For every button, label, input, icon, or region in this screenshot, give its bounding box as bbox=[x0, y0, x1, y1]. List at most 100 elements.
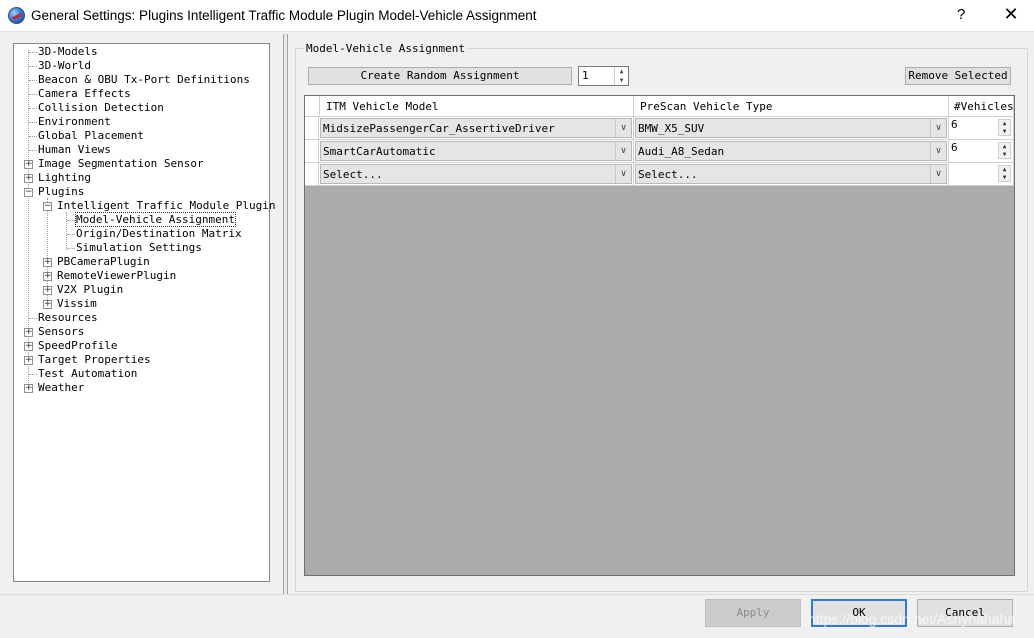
tree-item-remoteviewer-plugin[interactable]: RemoteViewerPlugin bbox=[57, 269, 176, 283]
tree-item-beacon-obu[interactable]: Beacon & OBU Tx-Port Definitions bbox=[38, 73, 250, 87]
prescan-type-dropdown[interactable]: Audi_A8_Sedan ∨ bbox=[635, 141, 947, 161]
spin-up-icon[interactable]: ▲ bbox=[615, 67, 628, 76]
column-header-itm-model[interactable]: ITM Vehicle Model bbox=[320, 96, 634, 117]
table-cell[interactable]: Audi_A8_Sedan ∨ bbox=[634, 140, 949, 163]
vehicles-count: 6 bbox=[951, 141, 958, 154]
spin-up-icon[interactable]: ▲ bbox=[999, 120, 1010, 128]
spin-down-icon[interactable]: ▼ bbox=[999, 128, 1010, 136]
tree-item-collision-detection[interactable]: Collision Detection bbox=[38, 101, 164, 115]
chevron-down-icon[interactable]: ∨ bbox=[930, 165, 946, 183]
tree-item-plugins[interactable]: Plugins bbox=[38, 185, 84, 199]
footer-divider bbox=[0, 594, 1034, 595]
spin-down-icon[interactable]: ▼ bbox=[999, 174, 1010, 182]
tree-item-3d-world[interactable]: 3D-World bbox=[38, 59, 91, 73]
tree-item-model-vehicle-assignment[interactable]: Model-Vehicle Assignment bbox=[75, 212, 236, 227]
vehicles-spinbox[interactable]: ▲ ▼ bbox=[949, 163, 1014, 186]
collapse-icon[interactable]: − bbox=[24, 188, 33, 197]
create-random-assignment-button[interactable]: Create Random Assignment bbox=[308, 67, 572, 85]
remove-selected-button[interactable]: Remove Selected bbox=[905, 67, 1011, 85]
table-cell[interactable]: Select... ∨ bbox=[634, 163, 949, 186]
tree-item-pbcamera-plugin[interactable]: PBCameraPlugin bbox=[57, 255, 150, 269]
prescan-type-dropdown[interactable]: Select... ∨ bbox=[635, 164, 947, 184]
tree-item-v2x-plugin[interactable]: V2X Plugin bbox=[57, 283, 123, 297]
random-count-spinbox[interactable]: 1 ▲ ▼ bbox=[578, 66, 629, 86]
window-title: General Settings: Plugins Intelligent Tr… bbox=[31, 8, 537, 23]
chevron-down-icon[interactable]: ∨ bbox=[930, 119, 946, 137]
tree-item-lighting[interactable]: Lighting bbox=[38, 171, 91, 185]
spin-up-icon[interactable]: ▲ bbox=[999, 166, 1010, 174]
tree-item-camera-effects[interactable]: Camera Effects bbox=[38, 87, 131, 101]
tree-item-sensors[interactable]: Sensors bbox=[38, 325, 84, 339]
expand-icon[interactable]: + bbox=[24, 328, 33, 337]
table-cell[interactable]: BMW_X5_SUV ∨ bbox=[634, 117, 949, 140]
column-header-vehicles[interactable]: #Vehicles bbox=[949, 96, 1014, 117]
prescan-type-value: BMW_X5_SUV bbox=[638, 122, 705, 135]
itm-model-dropdown[interactable]: SmartCarAutomatic ∨ bbox=[320, 141, 632, 161]
spin-arrows[interactable]: ▲ ▼ bbox=[998, 142, 1011, 159]
itm-model-value: Select... bbox=[323, 168, 383, 181]
tree-guide-line bbox=[28, 50, 29, 391]
table-cell[interactable]: Select... ∨ bbox=[319, 163, 634, 186]
collapse-icon[interactable]: − bbox=[43, 202, 52, 211]
itm-model-dropdown[interactable]: MidsizePassengerCar_AssertiveDriver ∨ bbox=[320, 118, 632, 138]
tree-item-origin-destination[interactable]: Origin/Destination Matrix bbox=[76, 227, 242, 241]
random-count-value: 1 bbox=[582, 69, 589, 82]
expand-icon[interactable]: + bbox=[43, 300, 52, 309]
expand-icon[interactable]: + bbox=[43, 272, 52, 281]
expand-icon[interactable]: + bbox=[24, 356, 33, 365]
tree-item-image-segmentation[interactable]: Image Segmentation Sensor bbox=[38, 157, 204, 171]
expand-icon[interactable]: + bbox=[24, 384, 33, 393]
tree-item-target-properties[interactable]: Target Properties bbox=[38, 353, 151, 367]
prescan-type-value: Audi_A8_Sedan bbox=[638, 145, 725, 158]
tree-item-speedprofile[interactable]: SpeedProfile bbox=[38, 339, 117, 353]
title-bar: General Settings: Plugins Intelligent Tr… bbox=[0, 0, 1034, 32]
tree-item-test-automation[interactable]: Test Automation bbox=[38, 367, 137, 381]
group-title: Model-Vehicle Assignment bbox=[304, 42, 467, 55]
watermark-text: https://blog.csdn.net/Ashyhahaha bbox=[808, 611, 1016, 627]
expand-icon[interactable]: + bbox=[43, 258, 52, 267]
column-header-prescan-type[interactable]: PreScan Vehicle Type bbox=[634, 96, 949, 117]
spin-down-icon[interactable]: ▼ bbox=[999, 151, 1010, 159]
expand-icon[interactable]: + bbox=[24, 160, 33, 169]
assignment-table[interactable]: ITM Vehicle Model PreScan Vehicle Type #… bbox=[304, 95, 1015, 576]
close-button[interactable]: ✕ bbox=[1000, 4, 1022, 25]
row-header[interactable] bbox=[305, 163, 319, 186]
row-header[interactable] bbox=[305, 140, 319, 163]
tree-item-environment[interactable]: Environment bbox=[38, 115, 111, 129]
app-globe-icon bbox=[8, 7, 25, 24]
tree-item-resources[interactable]: Resources bbox=[38, 311, 98, 325]
tree-item-global-placement[interactable]: Global Placement bbox=[38, 129, 144, 143]
spin-up-icon[interactable]: ▲ bbox=[999, 143, 1010, 151]
apply-button[interactable]: Apply bbox=[705, 599, 801, 627]
spin-arrows[interactable]: ▲ ▼ bbox=[998, 165, 1011, 182]
expand-icon[interactable]: + bbox=[24, 174, 33, 183]
spin-down-icon[interactable]: ▼ bbox=[615, 76, 628, 85]
tree-item-3d-models[interactable]: 3D-Models bbox=[38, 45, 98, 59]
itm-model-dropdown[interactable]: Select... ∨ bbox=[320, 164, 632, 184]
tree-item-human-views[interactable]: Human Views bbox=[38, 143, 111, 157]
chevron-down-icon[interactable]: ∨ bbox=[615, 119, 631, 137]
tree-item-simulation-settings[interactable]: Simulation Settings bbox=[76, 241, 202, 255]
expand-icon[interactable]: + bbox=[24, 342, 33, 351]
spin-arrows[interactable]: ▲ ▼ bbox=[614, 67, 628, 85]
help-button[interactable]: ? bbox=[957, 6, 965, 23]
table-cell[interactable]: SmartCarAutomatic ∨ bbox=[319, 140, 634, 163]
table-corner bbox=[305, 96, 320, 117]
itm-model-value: MidsizePassengerCar_AssertiveDriver bbox=[323, 122, 555, 135]
vehicles-spinbox[interactable]: 6 ▲ ▼ bbox=[949, 140, 1014, 163]
prescan-type-dropdown[interactable]: BMW_X5_SUV ∨ bbox=[635, 118, 947, 138]
vehicles-spinbox[interactable]: 6 ▲ ▼ bbox=[949, 117, 1014, 140]
tree-item-vissim[interactable]: Vissim bbox=[57, 297, 97, 311]
chevron-down-icon[interactable]: ∨ bbox=[930, 142, 946, 160]
tree-item-weather[interactable]: Weather bbox=[38, 381, 84, 395]
expand-icon[interactable]: + bbox=[43, 286, 52, 295]
tree-item-itm-plugin[interactable]: Intelligent Traffic Module Plugin bbox=[57, 199, 276, 213]
itm-model-value: SmartCarAutomatic bbox=[323, 145, 436, 158]
spin-arrows[interactable]: ▲ ▼ bbox=[998, 119, 1011, 136]
table-cell[interactable]: MidsizePassengerCar_AssertiveDriver ∨ bbox=[319, 117, 634, 140]
chevron-down-icon[interactable]: ∨ bbox=[615, 142, 631, 160]
settings-tree[interactable]: 3D-Models 3D-World Beacon & OBU Tx-Port … bbox=[13, 43, 276, 582]
panel-splitter[interactable] bbox=[283, 34, 288, 594]
row-header[interactable] bbox=[305, 117, 319, 140]
chevron-down-icon[interactable]: ∨ bbox=[615, 165, 631, 183]
